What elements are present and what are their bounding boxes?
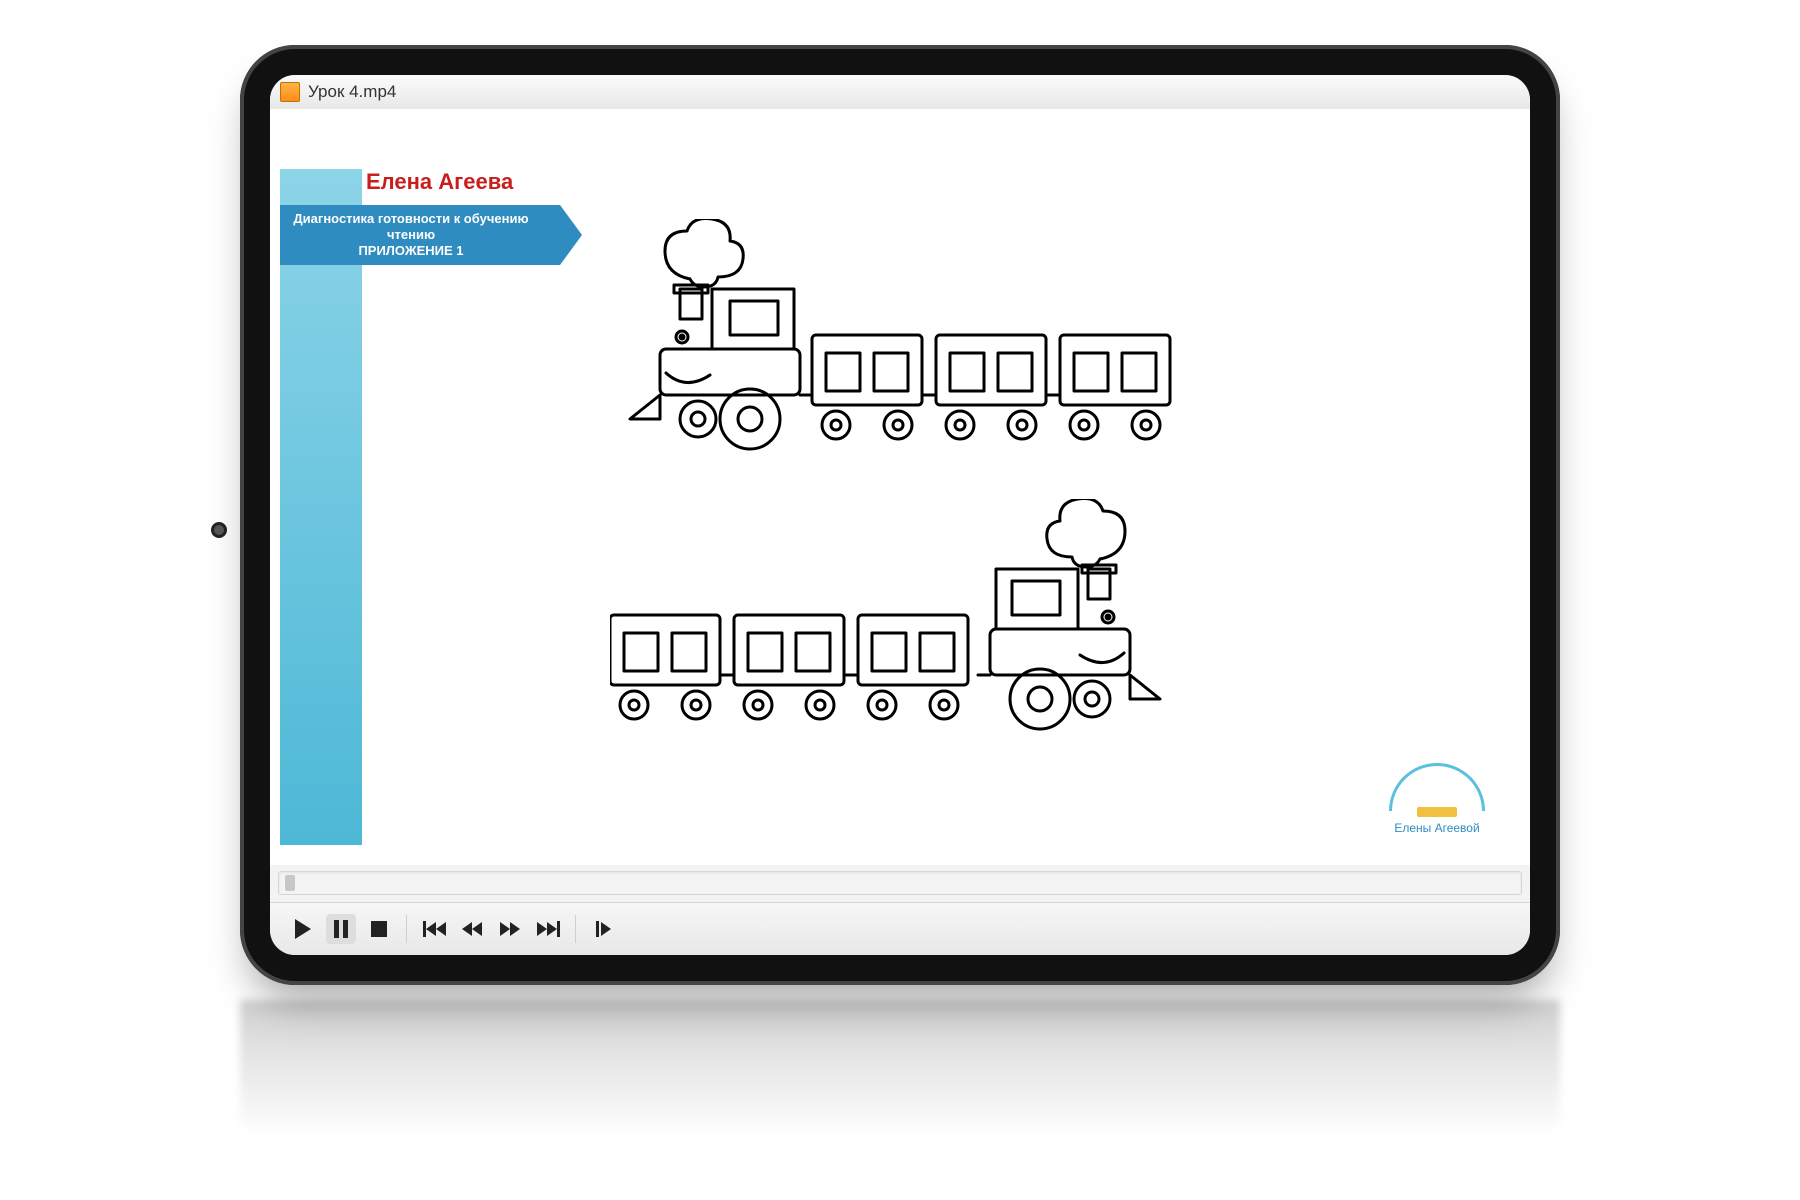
- stop-button[interactable]: [364, 914, 394, 944]
- brand-logo: Елены Агеевой: [1382, 763, 1492, 835]
- slide-content: Елена Агеева Диагностика готовности к об…: [280, 169, 1520, 855]
- frame-step-icon: [596, 921, 611, 937]
- video-viewport[interactable]: Елена Агеева Диагностика готовности к об…: [270, 109, 1530, 865]
- window-titlebar: Урок 4.mp4: [270, 75, 1530, 110]
- tablet-camera: [214, 525, 224, 535]
- pause-button[interactable]: [326, 914, 356, 944]
- rewind-icon: [462, 922, 482, 936]
- frame-step-button[interactable]: [588, 914, 618, 944]
- side-stripe: [280, 169, 362, 845]
- player-controls: [270, 902, 1530, 955]
- separator: [406, 915, 407, 943]
- skip-forward-icon: [537, 921, 560, 937]
- fast-forward-button[interactable]: [495, 914, 525, 944]
- rewind-button[interactable]: [457, 914, 487, 944]
- window-title: Урок 4.mp4: [308, 82, 396, 102]
- previous-track-button[interactable]: [419, 914, 449, 944]
- seek-bar[interactable]: [278, 871, 1522, 895]
- slide-author: Елена Агеева: [366, 169, 513, 195]
- play-button[interactable]: [288, 914, 318, 944]
- pause-icon: [334, 920, 348, 938]
- next-track-button[interactable]: [533, 914, 563, 944]
- fast-forward-icon: [500, 922, 520, 936]
- play-icon: [295, 919, 311, 939]
- slide-illustration: [390, 209, 1490, 815]
- file-icon: [280, 82, 300, 102]
- tablet-reflection: [240, 1000, 1560, 1170]
- skip-back-icon: [423, 921, 446, 937]
- train-illustration-bottom: [610, 499, 1200, 764]
- train-illustration-top: [620, 219, 1180, 484]
- app-window: Урок 4.mp4 Елена Агеева Диагностика гото…: [270, 75, 1530, 955]
- stop-icon: [371, 921, 387, 937]
- seek-thumb[interactable]: [285, 875, 295, 891]
- separator: [575, 915, 576, 943]
- tablet-frame: Урок 4.mp4 Елена Агеева Диагностика гото…: [240, 45, 1560, 985]
- brand-caption: Елены Агеевой: [1382, 821, 1492, 835]
